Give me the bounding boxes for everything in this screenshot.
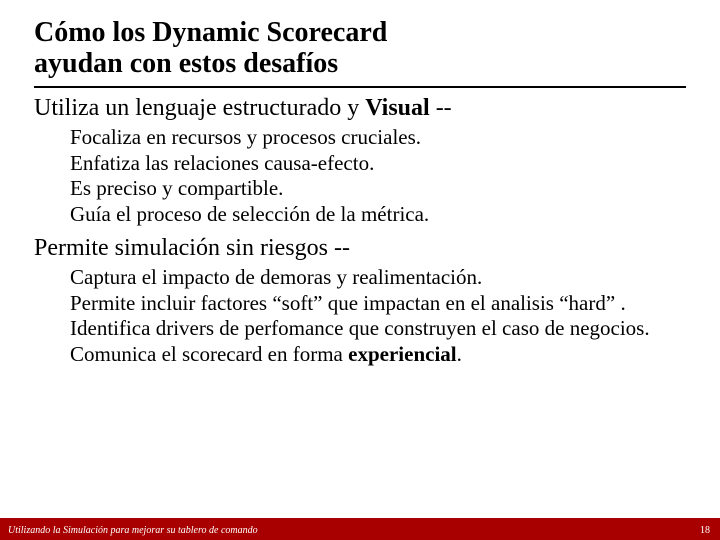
section2-last-post: .	[457, 342, 462, 366]
section2-lead: Permite simulación sin riesgos --	[34, 234, 686, 263]
title-line-2: ayudan con estos desafíos	[34, 48, 338, 79]
list-item: Captura el impacto de demoras y realimen…	[70, 265, 686, 291]
title-line-1: Cómo los Dynamic Scorecard	[34, 17, 387, 48]
section1-lead-post: --	[430, 95, 452, 121]
list-item: Es preciso y compartible.	[70, 176, 686, 202]
section1-lead-bold: Visual	[365, 95, 429, 121]
section2-last-pre: Comunica el scorecard en forma	[70, 342, 348, 366]
section1-lead-pre: Utiliza un lenguaje estructurado y	[34, 95, 365, 121]
list-item: Comunica el scorecard en forma experienc…	[70, 342, 686, 368]
title-underline	[34, 86, 686, 88]
page-number: 18	[700, 525, 710, 536]
footer-text: Utilizando la Simulación para mejorar su…	[8, 525, 258, 536]
section1-items: Focaliza en recursos y procesos cruciale…	[70, 125, 686, 227]
list-item: Identifica drivers de perfomance que con…	[70, 316, 686, 342]
slide: Cómo los Dynamic Scorecard ayudan con es…	[0, 0, 720, 540]
slide-body: Utiliza un lenguaje estructurado y Visua…	[34, 94, 686, 367]
section1-lead: Utiliza un lenguaje estructurado y Visua…	[34, 94, 686, 123]
section2-items: Captura el impacto de demoras y realimen…	[70, 265, 686, 367]
list-item: Enfatiza las relaciones causa-efecto.	[70, 151, 686, 177]
list-item: Permite incluir factores “soft” que impa…	[70, 291, 686, 317]
list-item: Focaliza en recursos y procesos cruciale…	[70, 125, 686, 151]
slide-title: Cómo los Dynamic Scorecard ayudan con es…	[34, 18, 387, 80]
list-item: Guía el proceso de selección de la métri…	[70, 202, 686, 228]
section2-last-bold: experiencial	[348, 342, 456, 366]
